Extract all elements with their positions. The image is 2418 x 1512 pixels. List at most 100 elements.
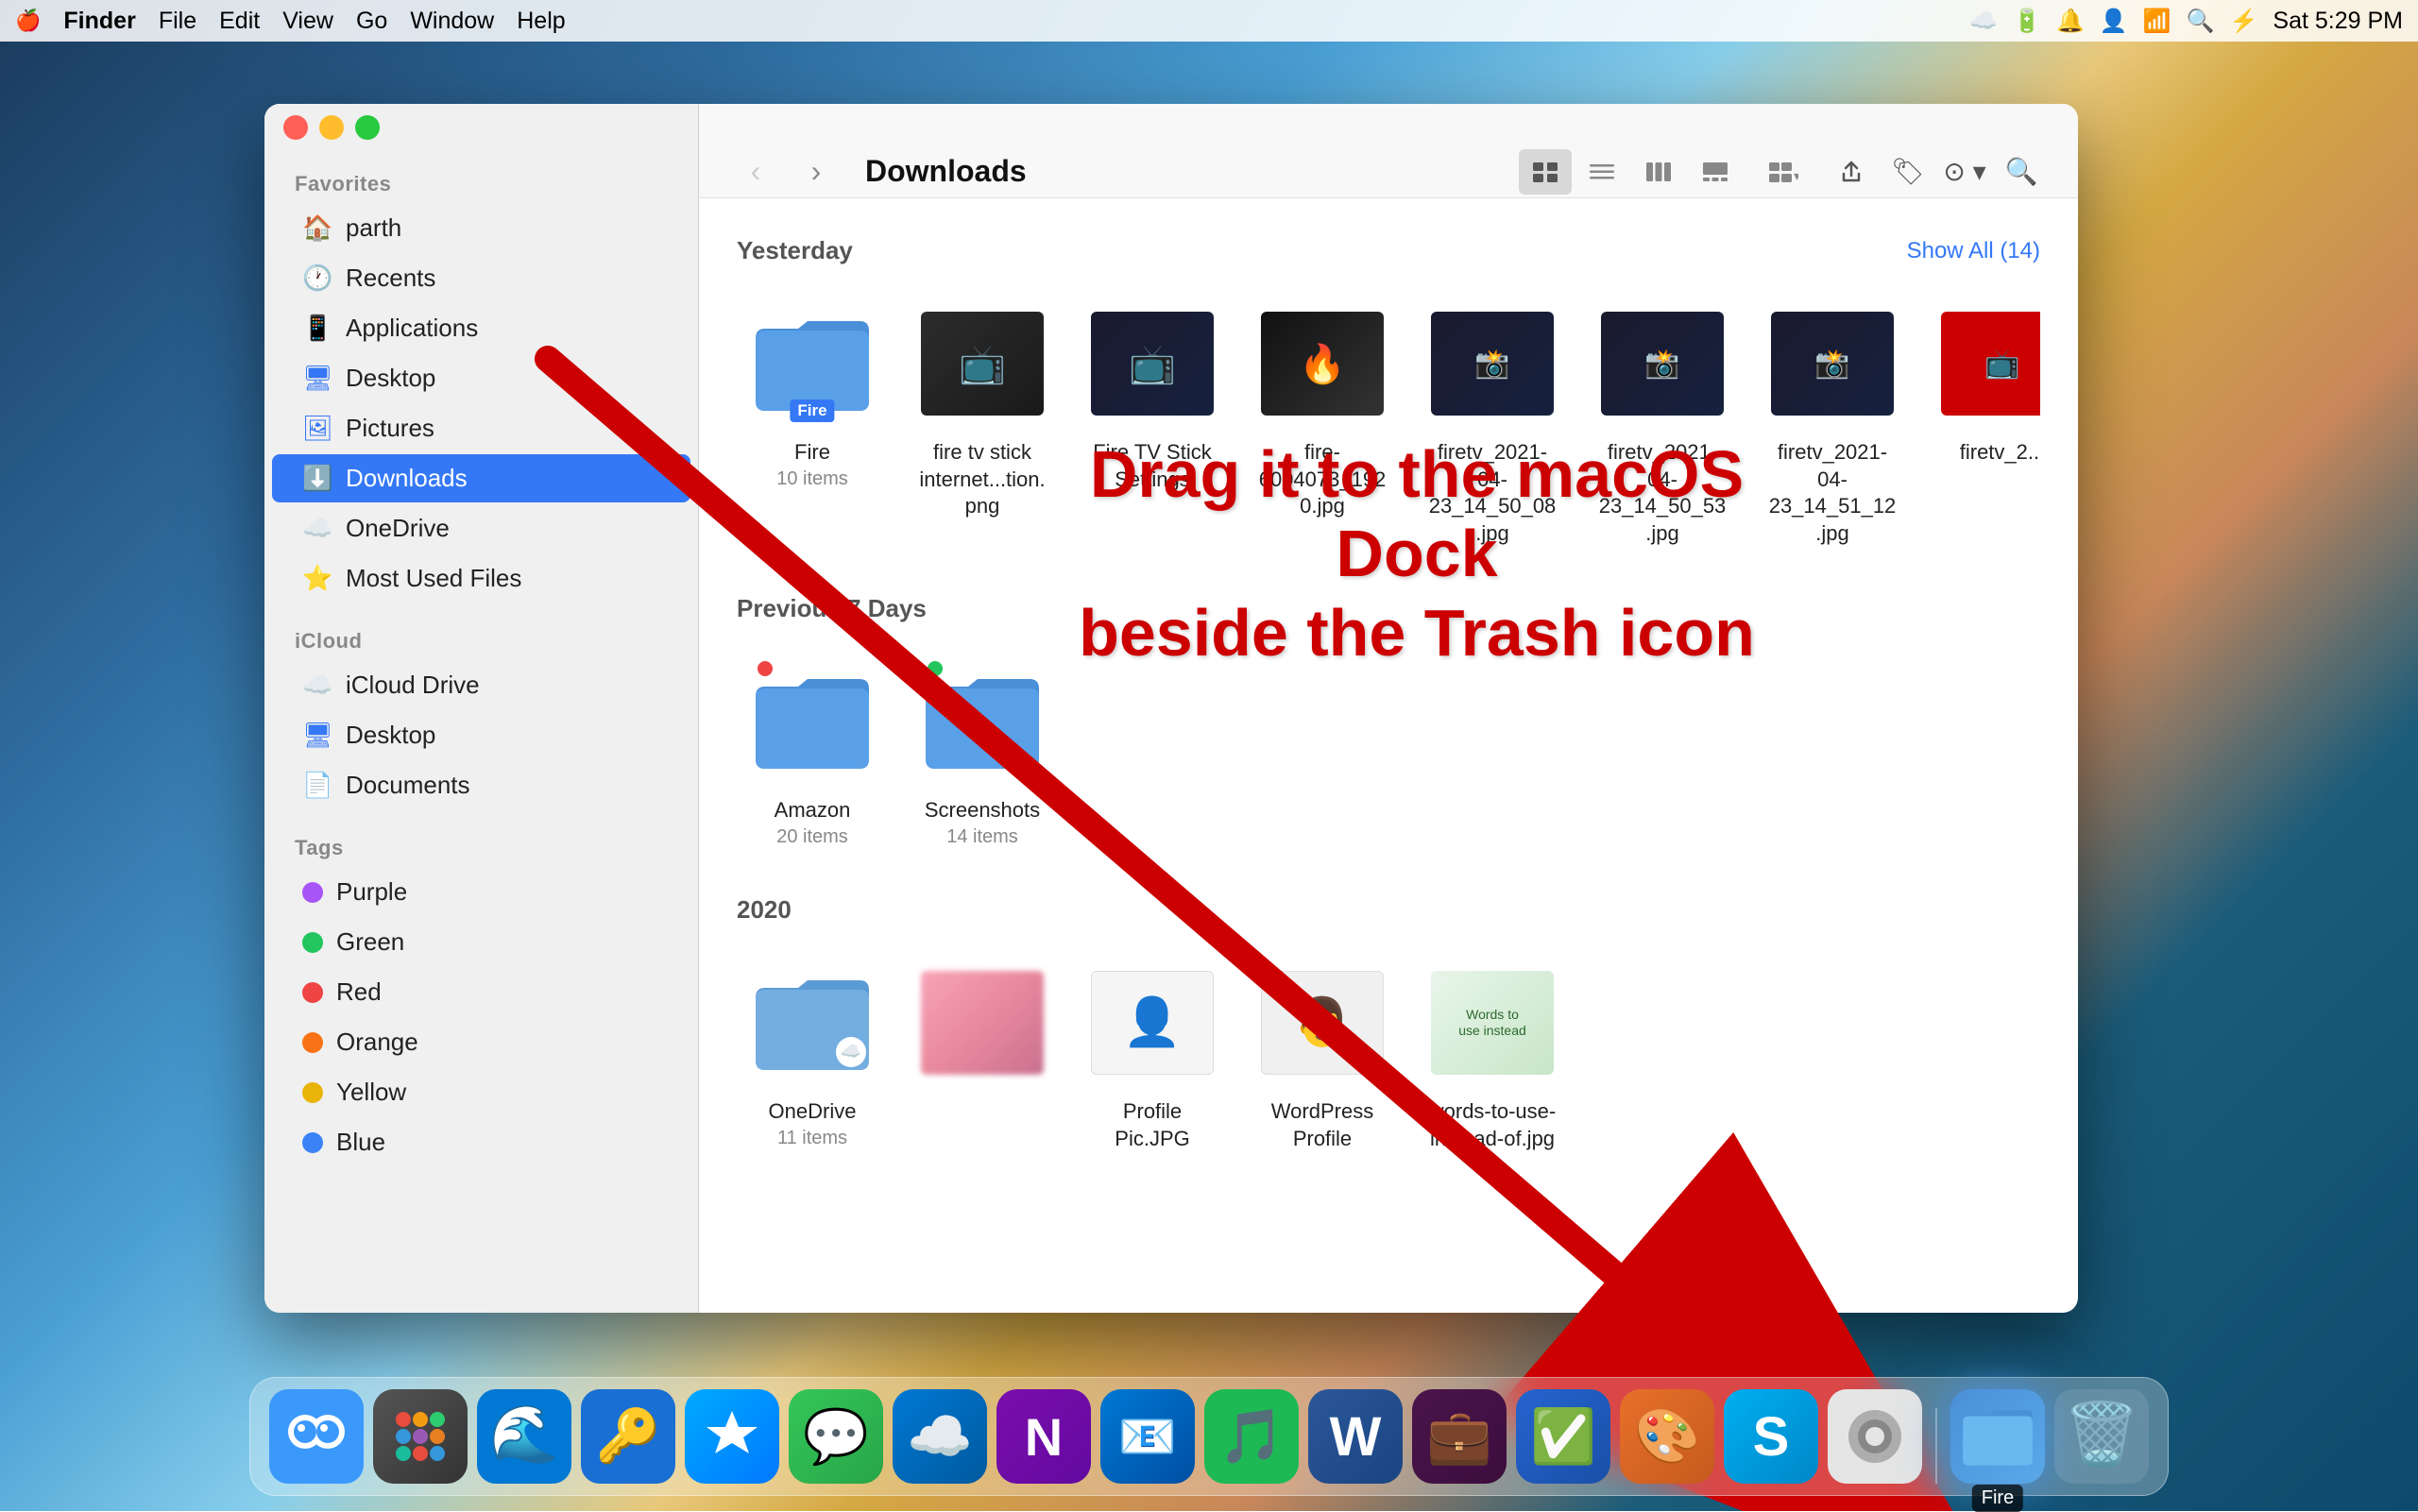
sidebar-item-icloud-drive[interactable]: ☁️ iCloud Drive — [272, 661, 690, 709]
forward-button[interactable]: › — [790, 145, 843, 198]
dock-outlook[interactable]: 📧 — [1100, 1389, 1195, 1484]
blue-dot — [302, 1132, 323, 1153]
minimize-button[interactable] — [319, 115, 344, 140]
screenshots-folder-subtitle: 14 items — [946, 826, 1018, 848]
file-item-profilepic[interactable]: 👤 Profile Pic.JPG — [1077, 947, 1228, 1162]
menubar-view[interactable]: View — [282, 8, 333, 35]
dock-edge[interactable]: 🌊 — [477, 1389, 571, 1484]
gallery-view-button[interactable] — [1689, 149, 1742, 195]
user-icon: 👤 — [2100, 8, 2128, 35]
sidebar-tag-orange[interactable]: Orange — [272, 1018, 690, 1066]
sidebar-tag-green[interactable]: Green — [272, 918, 690, 966]
dock-onenote[interactable]: N — [996, 1389, 1091, 1484]
share-button[interactable] — [1825, 149, 1878, 195]
sidebar-tag-red[interactable]: Red — [272, 968, 690, 1016]
file-item-firetv5112[interactable]: 📸 firetv_2021-04-23_14_51_12.jpg — [1757, 288, 1908, 556]
dock-fire-folder[interactable]: Fire — [1950, 1389, 2045, 1484]
onedrive-icon: ☁️ — [302, 514, 332, 543]
svg-text:🗑️: 🗑️ — [2064, 1400, 2140, 1470]
tag-button[interactable]: 🏷 — [1882, 149, 1934, 195]
tags-section-label: Tags — [264, 824, 698, 866]
pictures-icon: 🖼 — [302, 414, 332, 443]
sidebar-item-applications[interactable]: 📱 Applications — [272, 304, 690, 352]
sidebar-item-documents[interactable]: 📄 Documents — [272, 761, 690, 809]
file-item-firetvsettings[interactable]: 📺 Fire TV Stick Settings — [1077, 288, 1228, 556]
dock-spotify[interactable]: 🎵 — [1204, 1389, 1299, 1484]
menubar-help[interactable]: Help — [517, 8, 565, 35]
search-icon[interactable]: 🔍 — [2187, 8, 2215, 35]
apple-menu[interactable]: 🍎 — [15, 8, 41, 33]
file-item-blurred[interactable] — [907, 947, 1058, 1162]
file-item-firetvstick[interactable]: 📺 fire tv stick internet...tion.png — [907, 288, 1058, 556]
show-all-button[interactable]: Show All (14) — [1907, 238, 2040, 264]
icon-view-button[interactable] — [1519, 149, 1572, 195]
yesterday-label: Yesterday — [737, 236, 853, 265]
file-item-onedrive[interactable]: ☁️ OneDrive 11 items — [737, 947, 888, 1162]
control-center-icon[interactable]: ⚡ — [2230, 8, 2258, 35]
onedrive-folder-name: OneDrive — [769, 1098, 857, 1126]
sidebar-item-downloads[interactable]: ⬇️ Downloads — [272, 454, 690, 502]
menubar-file[interactable]: File — [159, 8, 196, 35]
firetvstick-name: fire tv stick internet...tion.png — [916, 439, 1048, 520]
dock-onedrive[interactable]: ☁️ — [893, 1389, 987, 1484]
dock-messages[interactable]: 💬 — [789, 1389, 883, 1484]
wifi-icon: 📶 — [2143, 8, 2171, 35]
sidebar-item-parth[interactable]: 🏠 parth — [272, 204, 690, 252]
sidebar-tag-yellow[interactable]: Yellow — [272, 1068, 690, 1116]
dock-skype[interactable]: S — [1724, 1389, 1818, 1484]
dock-1password[interactable]: 🔑 — [581, 1389, 675, 1484]
dock-pixelmator[interactable]: 🎨 — [1620, 1389, 1714, 1484]
dock-sysprefs[interactable] — [1828, 1389, 1922, 1484]
yesterday-section-header: Yesterday Show All (14) — [737, 236, 2040, 265]
dock-trash[interactable]: 🗑️ — [2054, 1389, 2149, 1484]
icloud-section-label: iCloud — [264, 618, 698, 659]
menubar: 🍎 Finder File Edit View Go Window Help ☁… — [0, 0, 2418, 42]
dock-tasks[interactable]: ✅ — [1516, 1389, 1610, 1484]
dock-finder[interactable] — [269, 1389, 364, 1484]
file-item-amazon[interactable]: Amazon 20 items — [737, 646, 888, 858]
sidebar-item-mostused[interactable]: ⭐ Most Used Files — [272, 554, 690, 603]
svg-text:🌊: 🌊 — [489, 1402, 560, 1466]
window-title: Downloads — [865, 154, 1504, 189]
firetv5053-name: firetv_2021-04-23_14_50_53.jpg — [1596, 439, 1728, 547]
dock-slack[interactable]: 💼 — [1412, 1389, 1507, 1484]
profilepic-name: Profile Pic.JPG — [1086, 1098, 1218, 1152]
file-item-screenshots[interactable]: Screenshots 14 items — [907, 646, 1058, 858]
file-item-fire[interactable]: Fire Fire 10 items — [737, 288, 888, 556]
sidebar-item-recents[interactable]: 🕐 Recents — [272, 254, 690, 302]
dock-appstore[interactable] — [685, 1389, 779, 1484]
sidebar-item-desktop[interactable]: 🖥 Desktop — [272, 354, 690, 402]
list-view-button[interactable] — [1575, 149, 1628, 195]
menubar-window[interactable]: Window — [410, 8, 494, 35]
sidebar-tag-purple[interactable]: Purple — [272, 868, 690, 916]
file-item-fire6004[interactable]: 🔥 fire-6004073_1920.jpg — [1247, 288, 1398, 556]
file-item-firetv5008[interactable]: 📸 firetv_2021-04-23_14_50_08.jpg — [1417, 288, 1568, 556]
dock-launchpad[interactable] — [373, 1389, 468, 1484]
back-button[interactable]: ‹ — [729, 145, 782, 198]
menubar-finder[interactable]: Finder — [63, 8, 135, 35]
documents-icon: 📄 — [302, 771, 332, 800]
red-dot — [302, 982, 323, 1003]
view-buttons: ▾ 🏷 ⊙ ▾ 🔍 — [1519, 149, 2048, 195]
sidebar-item-pictures[interactable]: 🖼 Pictures — [272, 404, 690, 452]
group-view-button[interactable]: ▾ — [1745, 149, 1821, 195]
sidebar-tag-blue[interactable]: Blue — [272, 1118, 690, 1166]
close-button[interactable] — [283, 115, 308, 140]
file-item-wpprofile[interactable]: 👨 WordPress Profile — [1247, 947, 1398, 1162]
file-item-partial[interactable]: 📺 firetv_2... — [1927, 288, 2040, 556]
menubar-go[interactable]: Go — [356, 8, 387, 35]
sidebar-item-onedrive[interactable]: ☁️ OneDrive — [272, 504, 690, 552]
dock-word[interactable]: W — [1308, 1389, 1403, 1484]
yellow-dot — [302, 1082, 323, 1103]
sidebar-item-icloud-desktop[interactable]: 🖥 Desktop — [272, 711, 690, 759]
more-button[interactable]: ⊙ ▾ — [1938, 149, 1991, 195]
menubar-edit[interactable]: Edit — [219, 8, 260, 35]
words-thumb: Words touse instead — [1431, 971, 1554, 1075]
fullscreen-button[interactable] — [355, 115, 380, 140]
traffic-lights — [264, 104, 2078, 151]
file-item-words[interactable]: Words touse instead words-to-use-instead… — [1417, 947, 1568, 1162]
column-view-button[interactable] — [1632, 149, 1685, 195]
finder-search-button[interactable]: 🔍 — [1995, 149, 2048, 195]
file-item-firetv5053[interactable]: 📸 firetv_2021-04-23_14_50_53.jpg — [1587, 288, 1738, 556]
finder-window: Favorites 🏠 parth 🕐 Recents 📱 Applicatio… — [264, 104, 2078, 1313]
